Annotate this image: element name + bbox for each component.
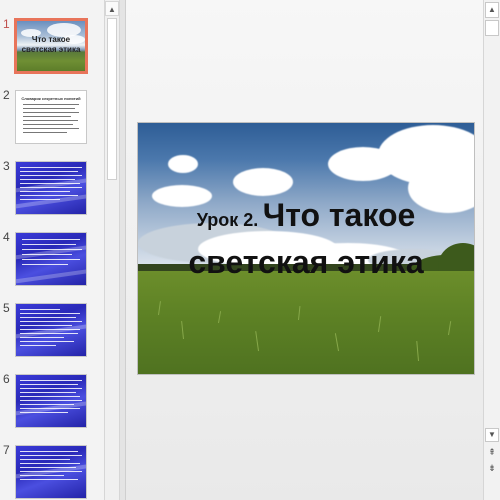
scroll-up-icon[interactable]: ▲: [485, 2, 499, 18]
slide-thumbnail-2[interactable]: 2 Словарик секретных понятий: [0, 88, 106, 148]
thumbnail-image[interactable]: Что такое светская этика: [14, 18, 88, 74]
slide-number: 7: [3, 443, 10, 457]
scroll-down-icon[interactable]: ▼: [485, 428, 499, 442]
slide-number: 4: [3, 230, 10, 244]
cloud: [233, 168, 293, 196]
slide-scrollbar[interactable]: ▲ ▼ ⇞ ⇟: [483, 0, 500, 500]
thumbnail-image[interactable]: [15, 445, 87, 499]
slide-number: 5: [3, 301, 10, 315]
scroll-up-icon[interactable]: ▲: [105, 1, 119, 16]
slide-thumbnail-1[interactable]: 1 Что такое светская этика: [0, 17, 106, 77]
thumbnail-image[interactable]: [15, 303, 87, 357]
slide-title[interactable]: Урок 2. Что такое светская этика: [138, 195, 474, 289]
slide-thumbnail-pane: 1 Что такое светская этика 2 Словарик се…: [0, 0, 106, 500]
cloud: [168, 155, 198, 173]
slide-number: 6: [3, 372, 10, 386]
blue-slide-background: [16, 304, 86, 356]
scroll-thumb[interactable]: [485, 20, 499, 36]
thumbnail-image[interactable]: [15, 374, 87, 428]
thumbnail-title: Словарик секретных понятий: [21, 96, 81, 101]
next-slide-icon[interactable]: ⇟: [485, 462, 499, 476]
slide-thumbnail-3[interactable]: 3: [0, 159, 106, 219]
thumbnail-title: Что такое светская этика: [21, 35, 81, 54]
cloud: [328, 147, 398, 181]
slide-number: 3: [3, 159, 10, 173]
slide-number: 2: [3, 88, 10, 102]
blue-slide-background: [16, 162, 86, 214]
title-line-1: Что такое: [262, 197, 416, 233]
slide-thumbnail-6[interactable]: 6: [0, 372, 106, 432]
title-line-2: светская этика: [188, 244, 424, 280]
slide-thumbnail-7[interactable]: 7: [0, 443, 106, 500]
thumbnail-image[interactable]: Словарик секретных понятий: [15, 90, 87, 144]
blue-slide-background: [16, 446, 86, 498]
slide-thumbnail-5[interactable]: 5: [0, 301, 106, 361]
thumbnail-image[interactable]: [15, 232, 87, 286]
thumbnail-image[interactable]: [15, 161, 87, 215]
current-slide[interactable]: Урок 2. Что такое светская этика: [137, 122, 475, 375]
scroll-thumb[interactable]: [107, 18, 117, 180]
thumbnail-scrollbar[interactable]: ▲: [104, 0, 120, 500]
slide-number: 1: [3, 17, 10, 31]
slide-thumbnail-4[interactable]: 4: [0, 230, 106, 290]
lesson-label: Урок 2.: [196, 210, 259, 230]
blue-slide-background: [16, 375, 86, 427]
previous-slide-icon[interactable]: ⇞: [485, 446, 499, 460]
